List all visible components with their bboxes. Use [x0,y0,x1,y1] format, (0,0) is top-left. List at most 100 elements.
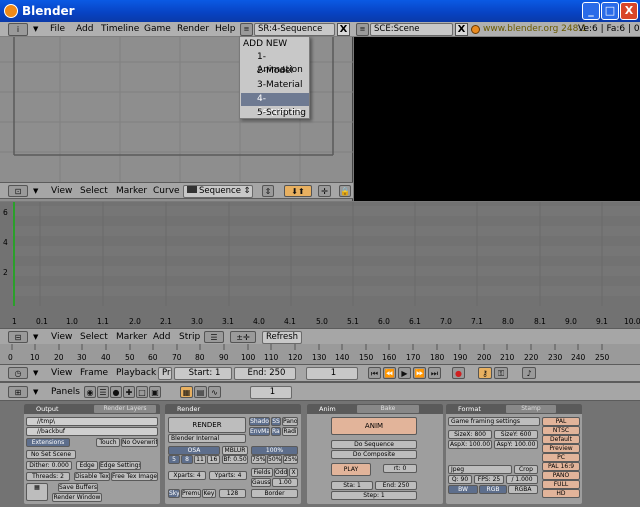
scene-name-field[interactable]: SCE:Scene [370,23,453,36]
mblur-toggle[interactable]: MBLUR [222,446,248,455]
delete-screen-button[interactable]: X [337,23,350,36]
dropdown-item-material[interactable]: 3-Material [241,79,309,92]
anim-button[interactable]: ANIM [331,417,417,435]
seq-menu-view[interactable]: View [51,332,72,342]
envmap-toggle[interactable]: EnvMa [249,427,270,436]
backbuf-path-field[interactable]: //backbuf [26,427,158,436]
rgb-toggle[interactable]: RGB [479,485,507,494]
shading-context-icon[interactable]: ● [110,386,122,398]
preset-default[interactable]: Default [542,435,580,444]
radio-toggle[interactable]: Radi [282,427,298,436]
ipo-lock-arrows-icon[interactable]: ⬇⬆ [284,185,312,197]
seq-menu-select[interactable]: Select [80,332,108,342]
minimize-button[interactable]: _ [582,2,600,20]
panels-menu[interactable]: Panels [51,387,80,397]
dropdown-item-animation[interactable]: 1-Animation [241,51,309,75]
ipo-lock-icon[interactable]: 🔒 [339,185,351,197]
menu-game[interactable]: Game [144,24,171,34]
preset-hd[interactable]: HD [542,489,580,498]
yparts-field[interactable]: Yparts: 4 [209,471,247,480]
output-path-field[interactable]: //tmp\ [26,417,158,426]
collapse-menu-icon[interactable]: ▼ [33,369,38,377]
extensions-toggle[interactable]: Extensions [26,438,70,447]
jump-start-icon[interactable]: ⏮ [368,367,381,379]
maximize-button[interactable]: □ [601,2,619,20]
crop-toggle[interactable]: Crop [514,465,538,474]
dropdown-item-scripting[interactable]: 5-Scripting [241,107,309,120]
save-buffers-toggle[interactable]: Save Buffers [58,483,98,492]
osa-8[interactable]: 8 [181,455,193,464]
ipo-menu-curve[interactable]: Curve [153,186,180,196]
key-toggle[interactable]: Key [202,489,216,498]
preset-pc[interactable]: PC [542,453,580,462]
seq-zoom-icon[interactable]: ±✛ [230,331,256,343]
size-25-button[interactable]: 25% [283,455,298,464]
disable-tex-toggle[interactable]: Disable Tex [74,472,110,481]
render-grid-icon[interactable]: ▦ [26,483,48,501]
sky-toggle[interactable]: Sky [168,489,180,498]
fps-field[interactable]: FPS: 25 [474,475,504,484]
bw-toggle[interactable]: BW [448,485,478,494]
dither-field[interactable]: Dither: 0.000 [26,461,72,470]
close-window-button[interactable]: X [620,2,638,20]
keying-set-icon[interactable]: ⚷ [478,367,492,379]
timeline-preview-toggle[interactable]: Pr [158,367,172,380]
edge-settings-button[interactable]: Edge Settings [99,461,141,470]
jump-end-icon[interactable]: ⏭ [428,367,441,379]
menu-help[interactable]: Help [215,24,236,34]
key-icon[interactable]: ⚿ [494,367,508,379]
tile-size-select[interactable]: 128 [219,489,246,498]
editing-context-icon[interactable]: □ [136,386,148,398]
ray-toggle[interactable]: Ray [271,427,281,436]
asp-y-field[interactable]: AspY: 100.00 [494,440,538,449]
ipo-menu-marker[interactable]: Marker [116,186,147,196]
play-button[interactable]: PLAY [331,463,371,476]
timeline-editor[interactable]: 0 10 20 30 40 50 60 70 80 90 100 110 120… [0,344,640,382]
size-y-field[interactable]: SizeY: 600 [494,430,538,439]
end-frame-field[interactable]: End: 250 [234,367,296,380]
sequencer-editor-type-icon[interactable]: ⊟ [8,331,28,343]
touch-toggle[interactable]: Touch [96,438,120,447]
do-composite-toggle[interactable]: Do Composite [331,450,417,459]
scene-context-icon[interactable]: ▣ [149,386,161,398]
edge-toggle[interactable]: Edge [76,461,98,470]
xparts-field[interactable]: Xparts: 4 [168,471,206,480]
buttons-editor-type-icon[interactable]: ⊞ [8,386,28,398]
do-sequence-toggle[interactable]: Do Sequence [331,440,417,449]
premul-toggle[interactable]: Premul [181,489,201,498]
sound-buttons-icon[interactable]: ∿ [208,386,221,398]
seq-menu-add[interactable]: Add [153,332,170,342]
screen-browse-icon[interactable]: ≡ [240,23,253,36]
fields-toggle[interactable]: Fields [251,468,273,477]
seq-menu-marker[interactable]: Marker [116,332,147,342]
rt-field[interactable]: rt: 0 [383,464,417,473]
info-editor-type-icon[interactable]: i [8,23,28,36]
stamp-tab[interactable]: Stamp [506,405,556,413]
object-context-icon[interactable]: ✚ [123,386,135,398]
anim-end-field[interactable]: End: 250 [375,481,417,490]
logic-context-icon[interactable]: ◉ [84,386,96,398]
quality-field[interactable]: Q: 90 [448,475,472,484]
anim-step-field[interactable]: Step: 1 [331,491,417,500]
ipo-zoom-icon[interactable]: ✛ [318,185,331,197]
timeline-menu-playback[interactable]: Playback [116,368,156,378]
collapse-menu-icon[interactable]: ▼ [33,25,38,33]
preset-pano[interactable]: PANO [542,471,580,480]
file-format-select[interactable]: Jpeg [448,465,512,474]
threads-field[interactable]: Threads: 2 [26,472,70,481]
ss-toggle[interactable]: SS [271,417,281,426]
menu-add[interactable]: Add [76,24,93,34]
preset-ntsc[interactable]: NTSC [542,426,580,435]
filter-size-field[interactable]: 1.00 [272,478,298,487]
timeline-menu-view[interactable]: View [51,368,72,378]
record-icon[interactable]: ● [452,367,465,379]
preset-pal[interactable]: PAL [542,417,580,426]
prev-keyframe-icon[interactable]: ⏪ [383,367,396,379]
audio-sync-icon[interactable]: ♪ [522,367,536,379]
sequence-editor[interactable]: 6 4 2 1 0.1 1.0 1.1 2.0 2.1 3.0 3.1 4.0 … [0,202,640,328]
dropdown-item-sequence[interactable]: 4-Sequence [241,93,309,117]
collapse-menu-icon[interactable]: ▼ [33,333,38,341]
timeline-editor-type-icon[interactable]: ◷ [8,367,28,379]
bake-tab[interactable]: Bake [357,405,419,413]
collapse-menu-icon[interactable]: ▼ [33,187,38,195]
